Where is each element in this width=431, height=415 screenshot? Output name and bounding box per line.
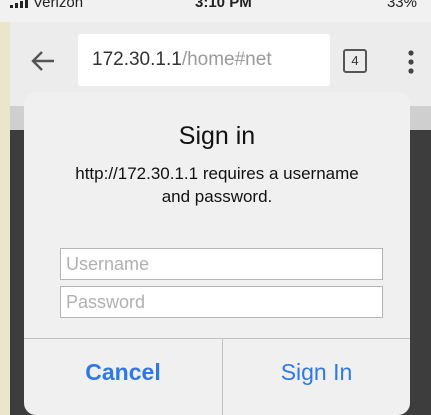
back-arrow-icon[interactable] (30, 48, 56, 74)
dialog-message: http://172.30.1.1 requires a username an… (75, 164, 359, 206)
signal-icon (10, 0, 28, 8)
tab-count: 4 (351, 53, 359, 68)
sign-in-button[interactable]: Sign In (223, 339, 410, 405)
url-path: /home#net (181, 49, 272, 70)
tab-switcher-button[interactable]: 4 (343, 49, 367, 73)
dialog-title: Sign in (178, 122, 256, 150)
clock: 3:10 PM (195, 0, 252, 11)
username-field[interactable] (60, 248, 383, 280)
carrier-label: Verizon (10, 0, 83, 11)
url-host: 172.30.1.1 (92, 49, 182, 70)
sign-in-dialog: Sign in http://172.30.1.1 requires a use… (24, 92, 410, 415)
password-field[interactable] (60, 286, 383, 318)
address-bar[interactable]: 172.30.1.1/home#net (78, 34, 330, 86)
overflow-menu-icon[interactable] (408, 50, 414, 74)
status-bar: Verizon 3:10 PM 33% (0, 0, 431, 22)
battery-indicator: 33% (387, 0, 417, 11)
carrier-name: Verizon (33, 0, 84, 11)
battery-percent: 33% (386, 0, 417, 11)
cancel-button[interactable]: Cancel (24, 339, 222, 405)
